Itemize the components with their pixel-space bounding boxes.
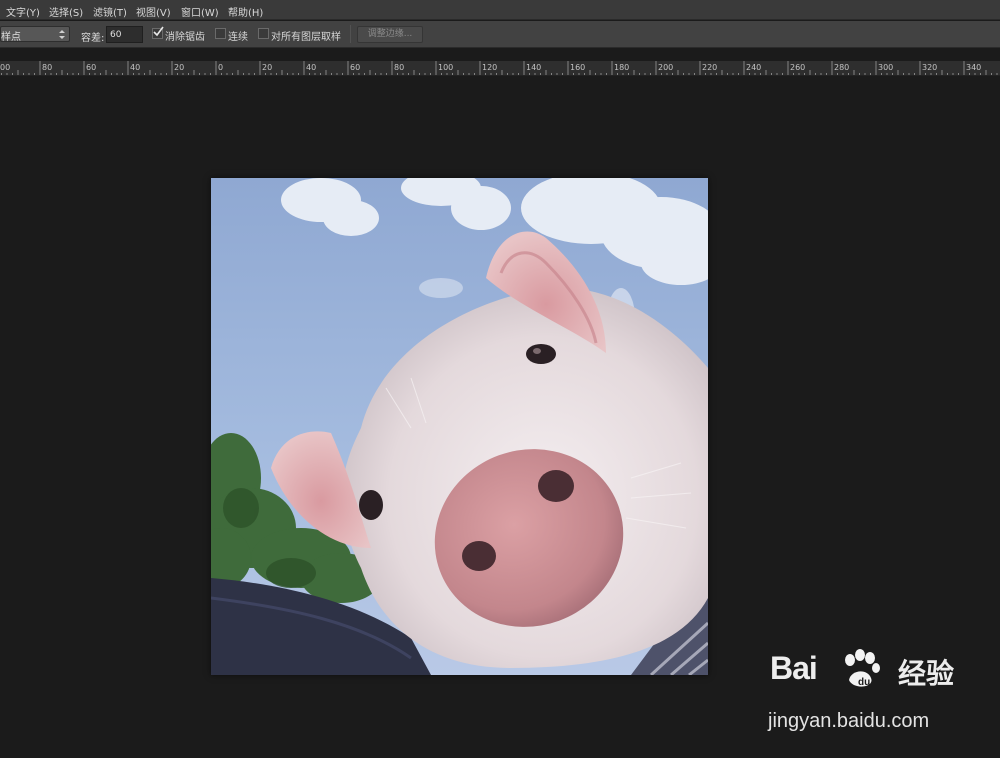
svg-text:du: du bbox=[858, 677, 870, 688]
paw-icon: du bbox=[845, 649, 880, 688]
updown-arrow-icon bbox=[59, 30, 65, 39]
document-image[interactable] bbox=[211, 178, 708, 675]
watermark-brand: Bai bbox=[770, 650, 818, 686]
ruler-label: 40 bbox=[306, 63, 317, 72]
menu-select[interactable]: 选择(S) bbox=[49, 4, 83, 19]
ruler-label: 240 bbox=[746, 63, 762, 72]
ruler-ticks bbox=[1, 61, 998, 75]
ruler-label: 100 bbox=[438, 63, 454, 72]
menu-help[interactable]: 帮助(H) bbox=[228, 4, 263, 19]
ruler-label: 180 bbox=[614, 63, 630, 72]
ruler-label: 160 bbox=[570, 63, 586, 72]
tolerance-label: 容差: bbox=[81, 33, 105, 44]
ruler-label: 0 bbox=[218, 63, 224, 72]
tolerance-input[interactable] bbox=[106, 26, 143, 43]
options-separator bbox=[350, 25, 351, 43]
ruler-label: 320 bbox=[922, 63, 938, 72]
menu-type[interactable]: 文字(Y) bbox=[6, 4, 40, 19]
contiguous-label: 连续 bbox=[228, 32, 248, 43]
ruler-label: 00 bbox=[0, 63, 11, 72]
ruler-label: 60 bbox=[86, 63, 97, 72]
ruler-label: 80 bbox=[394, 63, 405, 72]
ruler-label: 280 bbox=[834, 63, 850, 72]
sample-all-layers-checkbox[interactable] bbox=[258, 28, 269, 39]
ruler-label: 260 bbox=[790, 63, 806, 72]
ruler-label: 220 bbox=[702, 63, 718, 72]
menu-filter[interactable]: 滤镜(T) bbox=[93, 4, 127, 19]
menu-window[interactable]: 窗口(W) bbox=[181, 4, 219, 19]
refine-edge-button[interactable]: 调整边缘... bbox=[357, 26, 423, 43]
ruler-label: 340 bbox=[966, 63, 982, 72]
pig-photo bbox=[211, 178, 708, 675]
sample-all-layers-label: 对所有图层取样 bbox=[271, 32, 341, 43]
menu-bar: 文字(Y) 选择(S) 滤镜(T) 视图(V) 窗口(W) 帮助(H) bbox=[0, 0, 1000, 20]
options-bar: 样点 容差: 消除锯齿 连续 对所有图层取样 调整边缘... bbox=[0, 21, 1000, 48]
antialias-label: 消除锯齿 bbox=[165, 32, 205, 43]
ruler-label: 300 bbox=[878, 63, 894, 72]
ruler-label: 200 bbox=[658, 63, 674, 72]
menu-view[interactable]: 视图(V) bbox=[136, 4, 171, 19]
sample-size-value: 样点 bbox=[1, 32, 21, 43]
ruler-label: 20 bbox=[262, 63, 273, 72]
ruler-label: 20 bbox=[174, 63, 185, 72]
watermark-title: 经验 bbox=[898, 658, 955, 689]
contiguous-checkbox[interactable] bbox=[215, 28, 226, 39]
watermark-url: jingyan.baidu.com bbox=[768, 710, 930, 732]
checkmark-icon bbox=[153, 26, 164, 37]
baidu-watermark: Bai du 经验 jingyan.baidu.com bbox=[760, 649, 980, 740]
ruler-label: 40 bbox=[130, 63, 141, 72]
ruler-label: 60 bbox=[350, 63, 361, 72]
ruler-label: 80 bbox=[42, 63, 53, 72]
horizontal-ruler[interactable]: 00 80 60 40 20 0 20 40 60 80 100 120 140 160 180 200 220… bbox=[0, 61, 1000, 76]
ruler-label: 140 bbox=[526, 63, 542, 72]
sample-size-select[interactable]: 样点 bbox=[0, 26, 70, 43]
ruler-label: 120 bbox=[482, 63, 498, 72]
antialias-checkbox[interactable] bbox=[152, 26, 164, 39]
